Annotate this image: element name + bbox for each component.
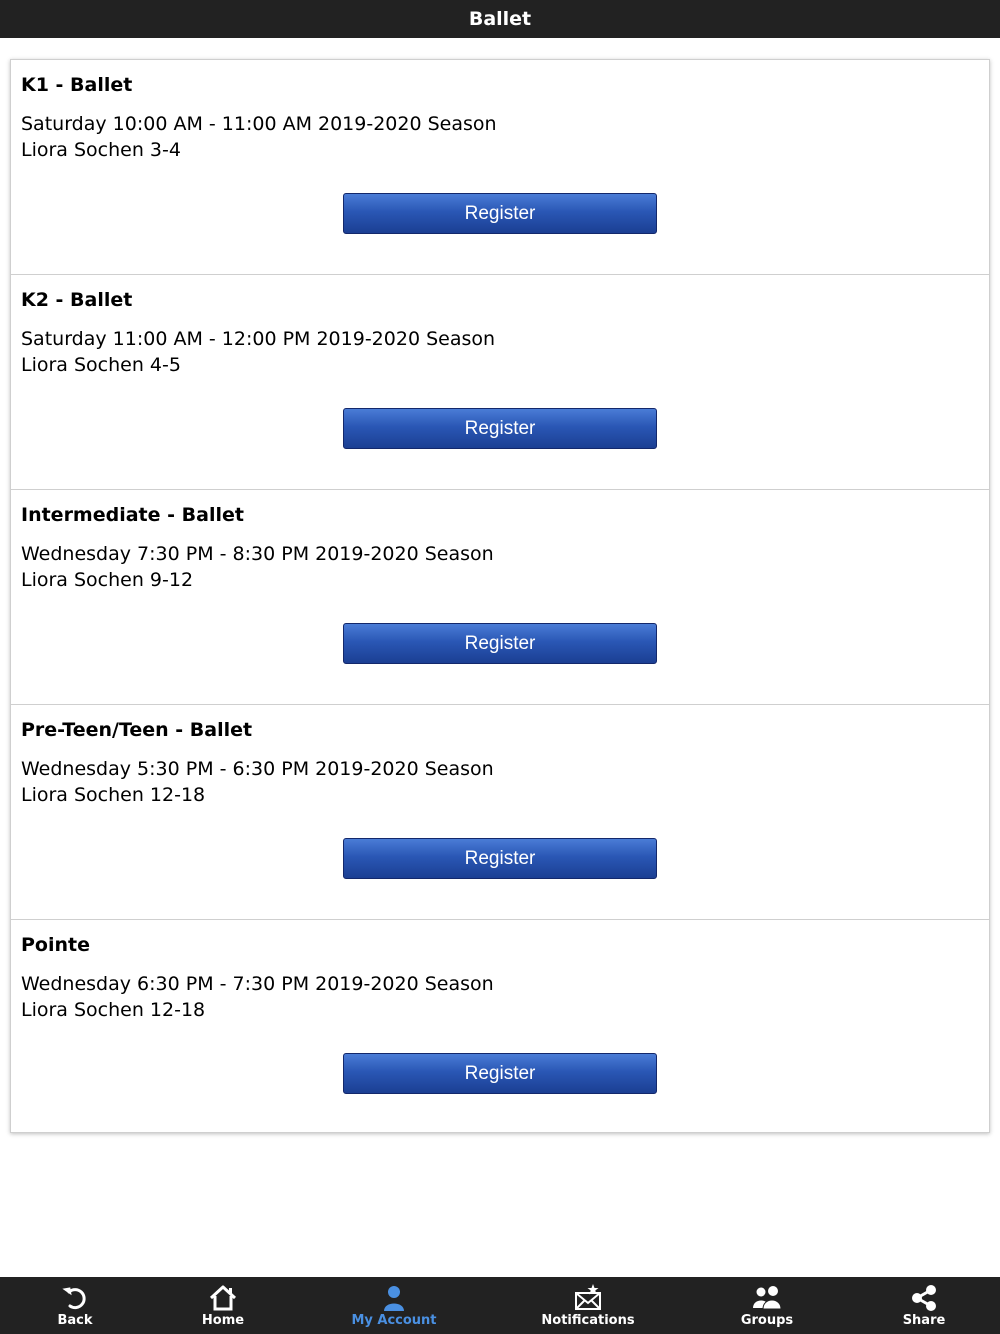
group-icon xyxy=(753,1286,782,1310)
class-schedule: Saturday 11:00 AM - 12:00 PM 2019-2020 S… xyxy=(21,328,496,350)
tab-label: Share xyxy=(902,1313,946,1328)
list-item: Intermediate - Ballet Wednesday 7:30 PM … xyxy=(11,490,989,705)
list-item: Pointe Wednesday 6:30 PM - 7:30 PM 2019-… xyxy=(11,920,989,1133)
register-button[interactable]: Register xyxy=(343,623,657,664)
class-details: Liora Sochen 4-5 xyxy=(21,354,181,376)
back-arrow-icon xyxy=(62,1287,86,1310)
tab-notifications[interactable]: Notifications xyxy=(513,1277,663,1334)
tab-home[interactable]: Home xyxy=(148,1277,298,1334)
tab-back[interactable]: Back xyxy=(0,1277,150,1334)
list-item: Pre-Teen/Teen - Ballet Wednesday 5:30 PM… xyxy=(11,705,989,920)
class-title: Intermediate - Ballet xyxy=(21,504,244,526)
class-list: K1 - Ballet Saturday 10:00 AM - 11:00 AM… xyxy=(10,59,990,1133)
title-bar: Ballet xyxy=(0,0,1000,38)
class-title: K1 - Ballet xyxy=(21,74,133,96)
class-details: Liora Sochen 12-18 xyxy=(21,784,206,806)
tab-groups[interactable]: Groups xyxy=(692,1277,842,1334)
tab-label: Groups xyxy=(740,1313,794,1328)
class-title: K2 - Ballet xyxy=(21,289,133,311)
tab-label: Back xyxy=(57,1313,93,1328)
class-schedule: Saturday 10:00 AM - 11:00 AM 2019-2020 S… xyxy=(21,113,497,135)
tab-my-account[interactable]: My Account xyxy=(319,1277,469,1334)
class-schedule: Wednesday 7:30 PM - 8:30 PM 2019-2020 Se… xyxy=(21,543,494,565)
person-icon xyxy=(384,1286,404,1311)
page-title: Ballet xyxy=(468,8,532,30)
tab-label: Home xyxy=(201,1313,245,1328)
share-icon xyxy=(912,1285,936,1311)
envelope-star-icon xyxy=(575,1284,601,1310)
class-schedule: Wednesday 5:30 PM - 6:30 PM 2019-2020 Se… xyxy=(21,758,494,780)
class-title: Pre-Teen/Teen - Ballet xyxy=(21,719,253,741)
tab-label: My Account xyxy=(351,1313,437,1328)
register-button[interactable]: Register xyxy=(343,1053,657,1094)
class-details: Liora Sochen 9-12 xyxy=(21,569,194,591)
tab-label: Notifications xyxy=(541,1313,635,1328)
register-button[interactable]: Register xyxy=(343,193,657,234)
home-icon xyxy=(209,1285,237,1311)
list-item: K2 - Ballet Saturday 11:00 AM - 12:00 PM… xyxy=(11,275,989,490)
class-details: Liora Sochen 3-4 xyxy=(21,139,181,161)
class-details: Liora Sochen 12-18 xyxy=(21,999,206,1021)
tab-share[interactable]: Share xyxy=(849,1277,999,1334)
list-item: K1 - Ballet Saturday 10:00 AM - 11:00 AM… xyxy=(11,60,989,275)
register-button[interactable]: Register xyxy=(343,408,657,449)
class-title: Pointe xyxy=(21,934,90,956)
class-schedule: Wednesday 6:30 PM - 7:30 PM 2019-2020 Se… xyxy=(21,973,494,995)
register-button[interactable]: Register xyxy=(343,838,657,879)
tab-bar: Back Home My Account Notifications Group… xyxy=(0,1277,1000,1334)
